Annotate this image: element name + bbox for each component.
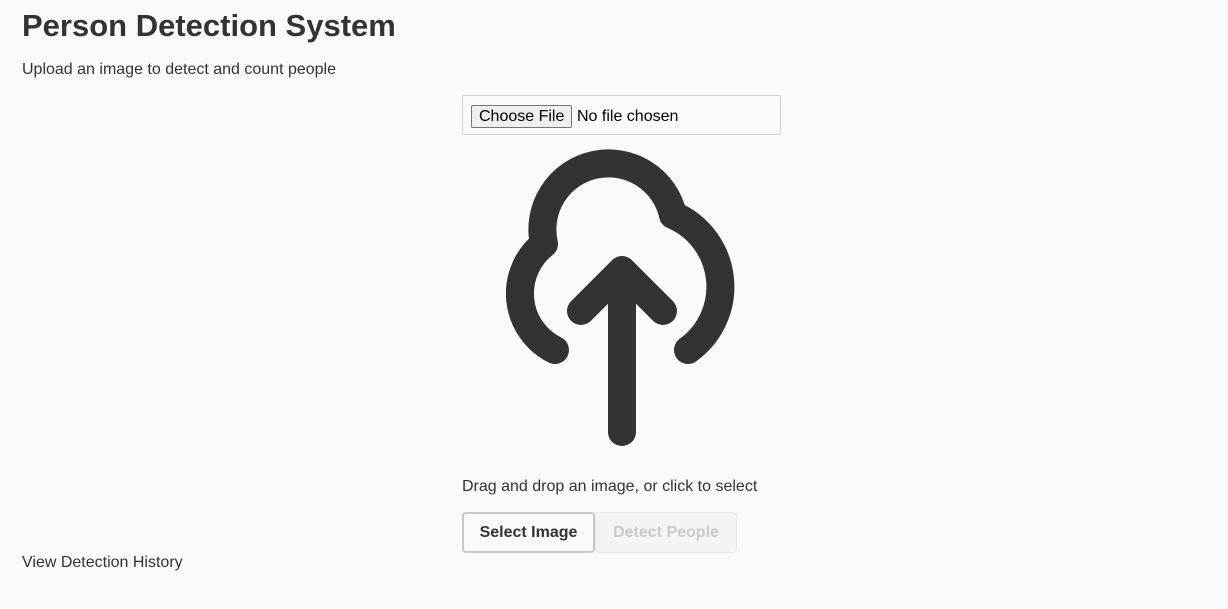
view-history-link[interactable]: View Detection History (22, 553, 183, 572)
page-title: Person Detection System (22, 8, 396, 43)
choose-file-button[interactable]: Choose File (471, 105, 573, 128)
cloud-upload-icon[interactable] (478, 140, 768, 455)
drop-instructions: Drag and drop an image, or click to sele… (462, 478, 758, 495)
file-status-text: No file chosen (577, 108, 679, 125)
page-subtitle: Upload an image to detect and count peop… (22, 61, 337, 78)
detect-people-button[interactable]: Detect People (595, 512, 737, 553)
select-image-button[interactable]: Select Image (462, 512, 595, 553)
file-input[interactable]: Choose File No file chosen (462, 95, 781, 135)
